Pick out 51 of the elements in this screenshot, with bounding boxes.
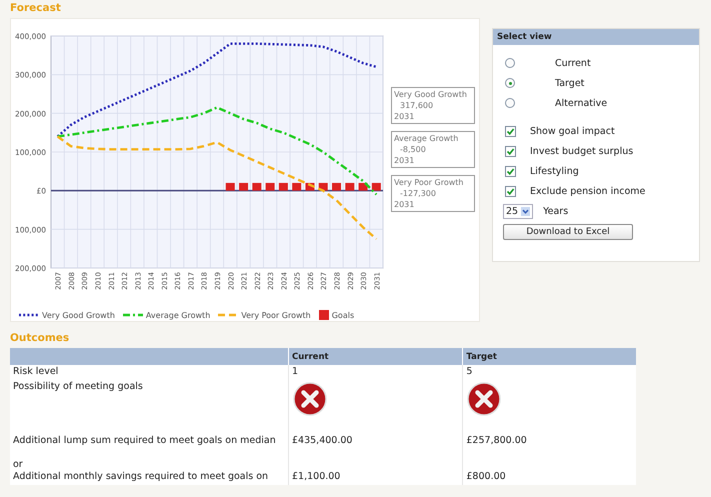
callout-series: Very Good Growth: [394, 89, 468, 100]
callout-value: 317,600: [399, 100, 434, 111]
radio-label[interactable]: Target: [555, 78, 584, 88]
radio-button[interactable]: [505, 58, 515, 68]
table-cell: £1,100.00: [288, 470, 463, 485]
table-cell: 1: [288, 365, 463, 380]
checkbox[interactable]: [505, 186, 516, 196]
callout-year: 2031: [394, 155, 416, 166]
table-cell: 5: [462, 365, 636, 380]
radio-button[interactable]: [505, 78, 515, 88]
checkbox-label[interactable]: Lifestyling: [530, 166, 579, 176]
table-cell: £257,800.00: [462, 423, 636, 449]
callout-series: Average Growth: [394, 133, 460, 144]
section-title: Forecast: [10, 2, 62, 16]
legend-label: Very Poor Growth: [241, 310, 311, 320]
checkbox[interactable]: [505, 126, 516, 136]
checkbox-label[interactable]: Exclude pension income: [530, 186, 646, 196]
table-cell: Additional monthly savings required to meet goals on: [10, 470, 288, 485]
section-title: Outcomes: [10, 332, 70, 346]
years-dropdown[interactable]: 25: [503, 204, 534, 218]
legend-label: Very Good Growth: [42, 310, 115, 320]
chevron-down-icon: [521, 206, 530, 216]
radio-label[interactable]: Current: [555, 58, 591, 68]
callout-value: -127,300: [399, 188, 437, 199]
table-cell: Risk level: [10, 365, 288, 380]
callout-year: 2031: [394, 111, 416, 122]
legend-swatch-icon: [19, 312, 39, 318]
years-label: Years: [543, 206, 568, 216]
column-header: Target: [462, 348, 636, 365]
checkbox-label[interactable]: Show goal impact: [530, 126, 615, 136]
checkbox-label[interactable]: Invest budget surplus: [530, 146, 634, 156]
column-header: Current: [288, 348, 463, 365]
table-cell: or: [10, 449, 288, 470]
table-cell: £800.00: [462, 470, 636, 485]
radio-label[interactable]: Alternative: [555, 98, 608, 108]
legend-label: Average Growth: [146, 310, 210, 320]
checkbox[interactable]: [505, 166, 516, 176]
download-button[interactable]: Download to Excel: [503, 224, 633, 240]
table-cell: Possibility of meeting goals: [10, 380, 288, 423]
callout-series: Very Poor Growth: [394, 177, 464, 188]
checkbox[interactable]: [505, 146, 516, 156]
radio-button[interactable]: [505, 98, 515, 108]
table-cell: Additional lump sum required to meet goals on median: [10, 423, 288, 449]
callout-year: 2031: [394, 199, 416, 210]
legend-swatch-icon: [122, 312, 143, 318]
callout-value: -8,500: [399, 144, 427, 155]
legend-swatch-icon: [318, 310, 329, 320]
legend-label: Goals: [332, 310, 354, 320]
panel-title: Select view: [493, 29, 699, 45]
legend-swatch-icon: [218, 312, 238, 318]
table-cell: £435,400.00: [288, 423, 463, 449]
